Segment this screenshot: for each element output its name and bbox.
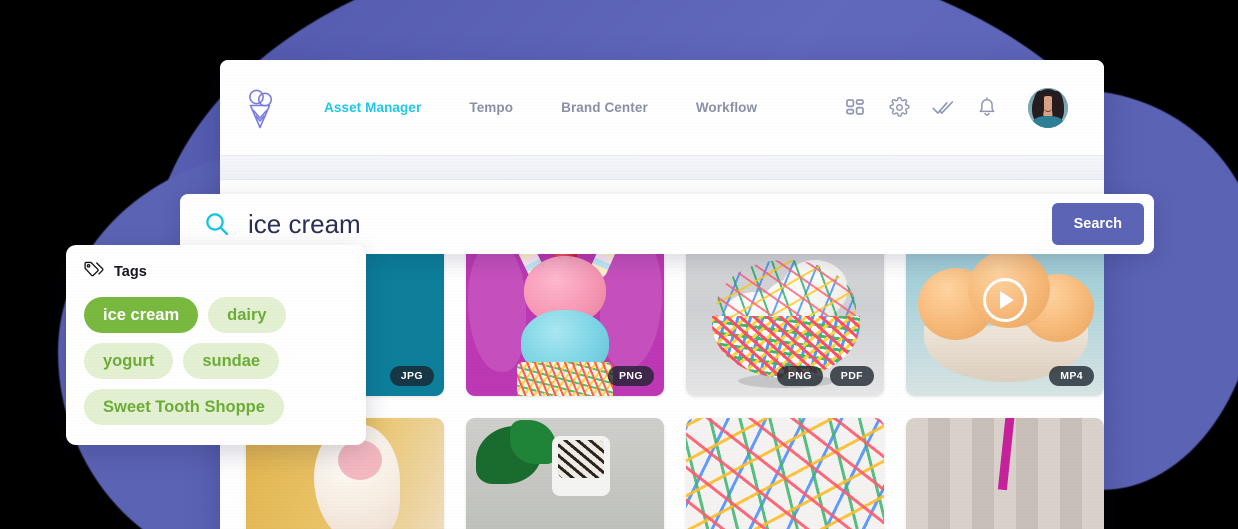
search-button[interactable]: Search xyxy=(1051,203,1144,245)
tag-list: ice cream dairy yogurt sundae Sweet Toot… xyxy=(84,297,348,426)
nav-link-asset-manager[interactable]: Asset Manager xyxy=(300,94,445,121)
badge-group: JPG xyxy=(389,365,434,386)
tags-icon xyxy=(84,261,104,283)
user-avatar[interactable] xyxy=(1028,87,1068,128)
tags-panel: Tags ice cream dairy yogurt sundae Sweet… xyxy=(66,245,366,445)
nav-link-workflow[interactable]: Workflow xyxy=(672,94,781,121)
badge-group: PNG xyxy=(608,365,654,386)
cookie xyxy=(558,440,604,478)
nav-links: Asset Manager Tempo Brand Center Workflo… xyxy=(300,94,781,121)
double-check-icon[interactable] xyxy=(932,97,954,119)
asset-card-sprinkles-flatlay[interactable] xyxy=(686,418,884,529)
results-row-2 xyxy=(246,418,1104,529)
avatar-hair-left xyxy=(1033,90,1044,119)
pink-accent xyxy=(338,440,382,480)
tag-chip-sundae[interactable]: sundae xyxy=(183,343,280,380)
badge-group: MP4 xyxy=(1049,365,1094,386)
ice-cream-cone-logo-icon[interactable] xyxy=(242,84,278,132)
tags-panel-title: Tags xyxy=(114,264,147,280)
badge-group: PNG PDF xyxy=(776,365,874,386)
search-input[interactable] xyxy=(248,208,1052,240)
filetype-badge: JPG xyxy=(389,365,434,386)
asset-thumbnail xyxy=(906,418,1104,529)
filetype-badge: PNG xyxy=(608,365,654,386)
asset-thumbnail xyxy=(686,418,884,529)
nav-icon-group xyxy=(844,87,1068,128)
asset-card-cookies-greenery[interactable] xyxy=(466,418,664,529)
tag-chip-dairy[interactable]: dairy xyxy=(208,297,286,334)
nav-sub-band xyxy=(220,156,1104,180)
screenshot-stage: Asset Manager Tempo Brand Center Workflo… xyxy=(0,0,1238,529)
filetype-badge: PDF xyxy=(829,365,874,386)
filetype-badge: MP4 xyxy=(1049,365,1094,386)
gear-settings-icon[interactable] xyxy=(888,97,910,119)
bell-notification-icon[interactable] xyxy=(976,97,998,119)
pink-stripe xyxy=(997,418,1016,491)
avatar-torso xyxy=(1032,115,1064,128)
tag-chip-ice-cream[interactable]: ice cream xyxy=(84,297,199,334)
bokeh-left xyxy=(468,242,526,372)
asset-thumbnail xyxy=(466,418,664,529)
grid-dashboard-icon[interactable] xyxy=(844,97,866,119)
tag-chip-yogurt[interactable]: yogurt xyxy=(84,343,174,380)
sprinkle-base xyxy=(517,362,613,396)
filetype-badge: PNG xyxy=(776,365,823,386)
play-triangle xyxy=(1000,291,1014,309)
nav-link-tempo[interactable]: Tempo xyxy=(445,94,537,121)
navbar: Asset Manager Tempo Brand Center Workflo… xyxy=(220,60,1104,156)
tag-chip-sweet-tooth-shoppe[interactable]: Sweet Tooth Shoppe xyxy=(84,389,284,426)
asset-card-striped-backdrop[interactable] xyxy=(906,418,1104,529)
confetti-sprinkles xyxy=(686,418,884,529)
play-button-icon[interactable] xyxy=(983,278,1027,322)
nav-link-brand-center[interactable]: Brand Center xyxy=(537,94,672,121)
tags-header: Tags xyxy=(84,261,348,283)
search-magnifier-icon[interactable] xyxy=(202,209,232,239)
